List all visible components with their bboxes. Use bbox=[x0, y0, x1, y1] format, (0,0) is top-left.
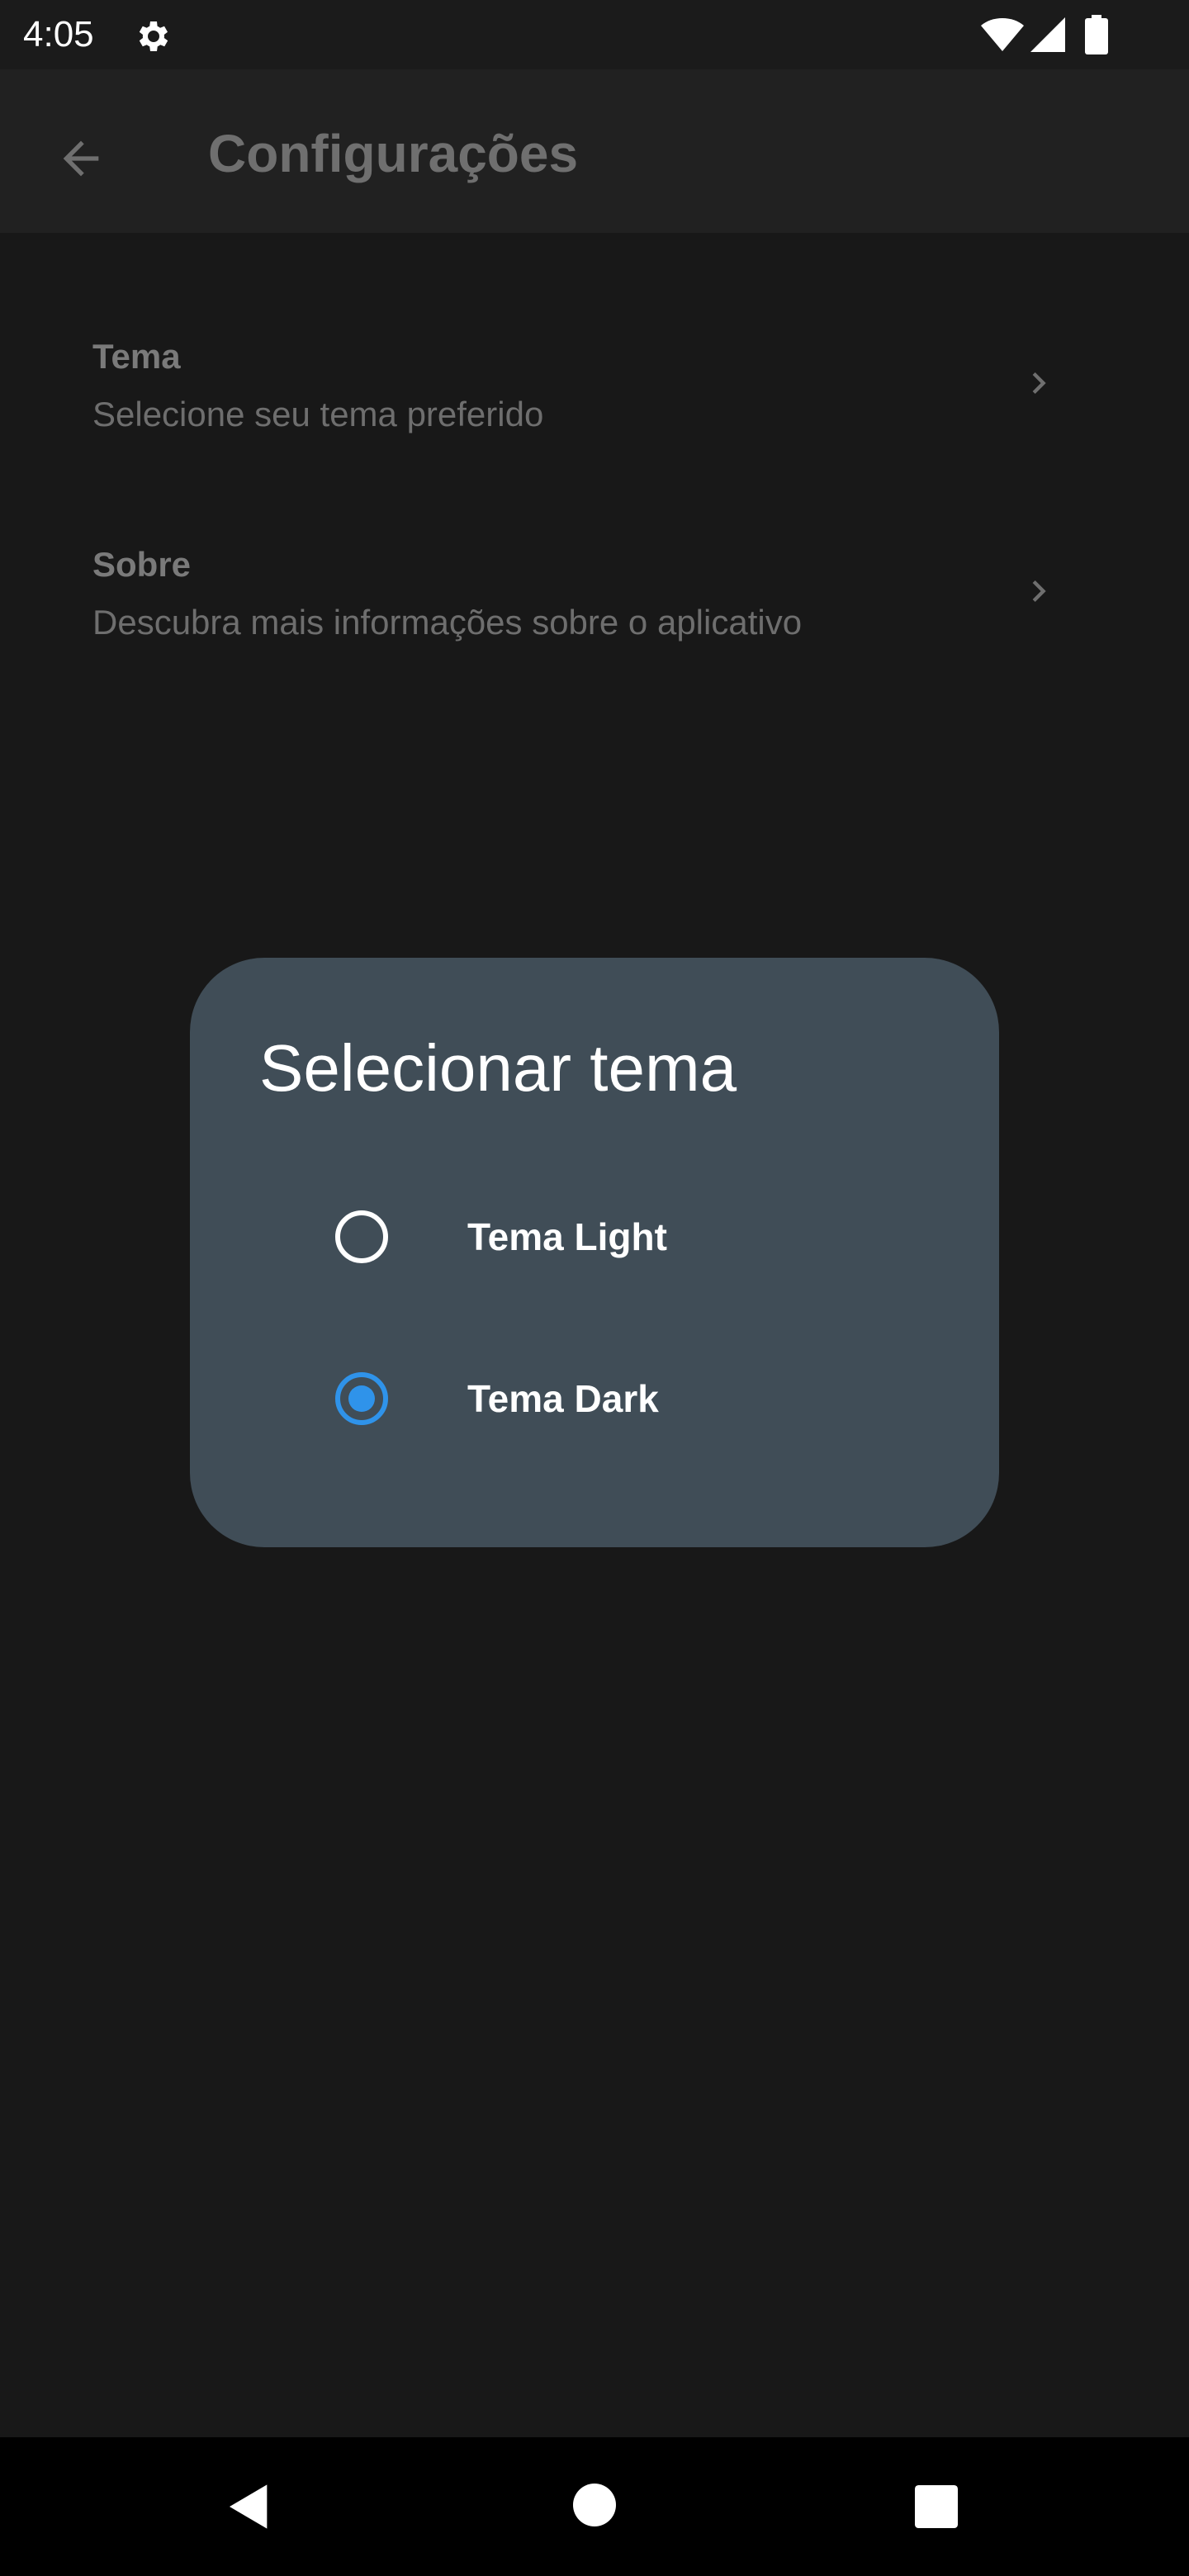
app-bar: Configurações bbox=[0, 69, 1189, 233]
radio-option-light[interactable]: Tema Light bbox=[190, 1174, 999, 1298]
wifi-icon bbox=[981, 18, 1024, 51]
back-button[interactable] bbox=[41, 119, 121, 198]
theme-dialog: Selecionar tema Tema Light Tema Dark bbox=[190, 958, 999, 1547]
radio-dot bbox=[348, 1385, 375, 1412]
signal-icon bbox=[1030, 17, 1065, 52]
dialog-title: Selecionar tema bbox=[259, 1031, 737, 1105]
settings-item-title: Tema bbox=[92, 337, 181, 376]
settings-item-about[interactable]: Sobre Descubra mais informações sobre o … bbox=[0, 540, 1189, 722]
battery-icon bbox=[1085, 15, 1108, 54]
radio-label: Tema Light bbox=[467, 1215, 667, 1258]
radio-button-unchecked[interactable] bbox=[335, 1210, 388, 1263]
nav-home-icon[interactable] bbox=[573, 2484, 616, 2526]
radio-label: Tema Dark bbox=[467, 1377, 659, 1420]
arrow-left-icon bbox=[63, 140, 99, 177]
settings-item-title: Sobre bbox=[92, 545, 192, 584]
chevron-right-icon bbox=[1032, 372, 1046, 394]
status-time: 4:05 bbox=[23, 14, 94, 54]
system-nav-bar bbox=[0, 2437, 1189, 2576]
settings-item-subtitle: Descubra mais informações sobre o aplica… bbox=[92, 603, 803, 642]
radio-button-checked[interactable] bbox=[335, 1372, 388, 1425]
chevron-right-icon bbox=[1032, 580, 1046, 602]
page-title: Configurações bbox=[208, 124, 579, 183]
settings-item-subtitle: Selecione seu tema preferido bbox=[92, 395, 544, 433]
gear-icon bbox=[139, 21, 168, 51]
nav-recents-icon[interactable] bbox=[915, 2485, 958, 2528]
nav-back-icon[interactable] bbox=[223, 2480, 276, 2533]
settings-item-theme[interactable]: Tema Selecione seu tema preferido bbox=[0, 332, 1189, 514]
status-bar: 4:05 bbox=[0, 0, 1189, 69]
radio-option-dark[interactable]: Tema Dark bbox=[190, 1336, 999, 1460]
